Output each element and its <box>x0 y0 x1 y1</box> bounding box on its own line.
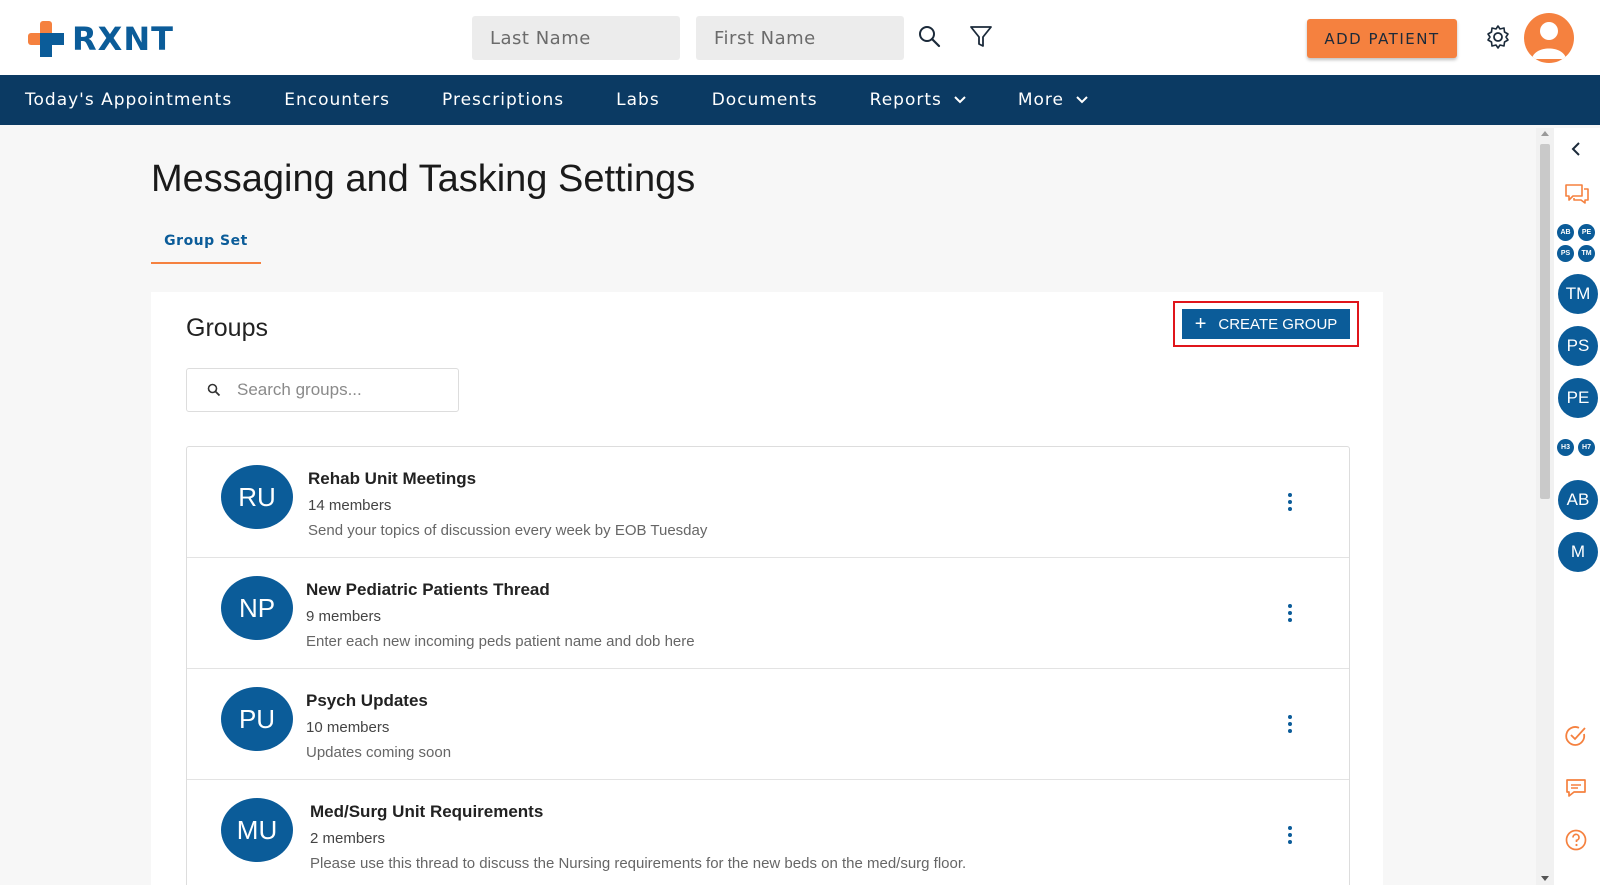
rail-avatar[interactable]: PE <box>1558 378 1598 418</box>
groups-heading: Groups <box>186 314 268 342</box>
user-avatar[interactable] <box>1524 13 1574 63</box>
groups-panel: Groups + CREATE GROUP RU Rehab Unit Meet… <box>151 292 1383 885</box>
list-item[interactable]: PU Psych Updates 10 members Updates comi… <box>187 669 1349 780</box>
mini-avatar[interactable]: H7 <box>1578 439 1595 456</box>
nav-todays-appointments[interactable]: Today's Appointments <box>25 90 232 110</box>
mini-avatar[interactable]: PS <box>1557 245 1574 262</box>
group-name: Rehab Unit Meetings <box>308 469 477 488</box>
more-options-icon[interactable] <box>1287 826 1293 846</box>
group-members: 9 members <box>306 608 382 625</box>
nav-label: Today's Appointments <box>25 90 233 110</box>
scroll-up-arrow[interactable] <box>1541 131 1549 136</box>
list-item[interactable]: RU Rehab Unit Meetings 14 members Send y… <box>187 447 1349 558</box>
group-name: New Pediatric Patients Thread <box>306 580 550 599</box>
scroll-down-arrow[interactable] <box>1541 876 1549 881</box>
right-rail: AB PE PS TM TM PS PE H3 H7 AB M <box>1554 128 1600 885</box>
group-description: Please use this thread to discuss the Nu… <box>310 855 967 872</box>
last-name-input[interactable] <box>472 16 680 60</box>
group-description: Updates coming soon <box>306 744 452 761</box>
nav-label: Documents <box>711 90 818 110</box>
list-item[interactable]: MU Med/Surg Unit Requirements 2 members … <box>187 780 1349 885</box>
group-members: 10 members <box>306 719 390 736</box>
rail-avatar[interactable]: M <box>1558 532 1598 572</box>
nav-documents[interactable]: Documents <box>712 90 818 110</box>
mini-avatar[interactable]: H3 <box>1557 439 1574 456</box>
add-patient-button[interactable]: ADD PATIENT <box>1307 19 1457 58</box>
more-options-icon[interactable] <box>1287 715 1293 735</box>
group-members: 2 members <box>310 830 386 847</box>
nav-encounters[interactable]: Encounters <box>284 90 390 110</box>
group-list: RU Rehab Unit Meetings 14 members Send y… <box>186 446 1350 885</box>
group-avatar: RU <box>221 465 293 529</box>
group-members: 14 members <box>308 497 392 514</box>
chevron-down-icon <box>954 96 966 104</box>
mini-avatar[interactable]: AB <box>1557 224 1574 241</box>
rail-avatar[interactable]: TM <box>1558 274 1598 314</box>
nav-prescriptions[interactable]: Prescriptions <box>442 90 564 110</box>
scroll-thumb[interactable] <box>1540 144 1550 499</box>
rxnt-cross-icon <box>28 21 64 57</box>
group-description: Send your topics of discussion every wee… <box>308 522 708 539</box>
nav-label: Encounters <box>284 90 390 110</box>
nav-label: More <box>1017 90 1065 110</box>
group-avatar: MU <box>221 798 293 862</box>
search-icon[interactable] <box>917 24 943 50</box>
nav-reports[interactable]: Reports <box>870 90 966 110</box>
group-description: Enter each new incoming peds patient nam… <box>306 633 695 650</box>
plus-icon: + <box>1194 313 1207 335</box>
list-item[interactable]: NP New Pediatric Patients Thread 9 membe… <box>187 558 1349 669</box>
group-name: Med/Surg Unit Requirements <box>310 802 544 821</box>
logo-text: RXNT <box>72 20 174 58</box>
nav-label: Reports <box>869 90 942 110</box>
help-icon[interactable] <box>1564 828 1588 852</box>
gear-icon[interactable] <box>1485 24 1511 50</box>
group-search-input[interactable] <box>237 380 447 400</box>
filter-icon[interactable] <box>968 24 994 50</box>
nav-more[interactable]: More <box>1018 90 1088 110</box>
main-nav: Today's Appointments Encounters Prescrip… <box>0 75 1600 125</box>
chat-bubbles-icon[interactable] <box>1564 182 1590 206</box>
more-options-icon[interactable] <box>1287 493 1293 513</box>
top-header: RXNT ADD PATIENT <box>0 0 1600 75</box>
nav-label: Labs <box>616 90 660 110</box>
tab-group-set[interactable]: Group Set <box>151 226 261 264</box>
more-options-icon[interactable] <box>1287 604 1293 624</box>
rail-avatar[interactable]: PS <box>1558 326 1598 366</box>
mini-avatar[interactable]: PE <box>1578 224 1595 241</box>
group-name: Psych Updates <box>306 691 428 710</box>
create-group-button[interactable]: + CREATE GROUP <box>1182 309 1350 339</box>
user-icon <box>1532 22 1566 59</box>
search-icon <box>207 383 221 397</box>
rxnt-logo[interactable]: RXNT <box>26 18 174 60</box>
page-title: Messaging and Tasking Settings <box>151 158 696 200</box>
mini-avatar[interactable]: TM <box>1578 245 1595 262</box>
group-avatar: NP <box>221 576 293 640</box>
message-icon[interactable] <box>1564 776 1588 800</box>
group-avatar: PU <box>221 687 293 751</box>
rail-avatar[interactable]: AB <box>1558 480 1598 520</box>
page-scrollbar[interactable] <box>1536 128 1554 885</box>
first-name-input[interactable] <box>696 16 904 60</box>
nav-labs[interactable]: Labs <box>616 90 660 110</box>
nav-label: Prescriptions <box>442 90 565 110</box>
chevron-down-icon <box>1076 96 1088 104</box>
create-group-label: CREATE GROUP <box>1218 315 1338 333</box>
group-search-box[interactable] <box>186 368 459 412</box>
create-group-highlight: + CREATE GROUP <box>1173 301 1359 347</box>
task-check-icon[interactable] <box>1564 724 1588 748</box>
chevron-left-icon[interactable] <box>1570 142 1582 156</box>
